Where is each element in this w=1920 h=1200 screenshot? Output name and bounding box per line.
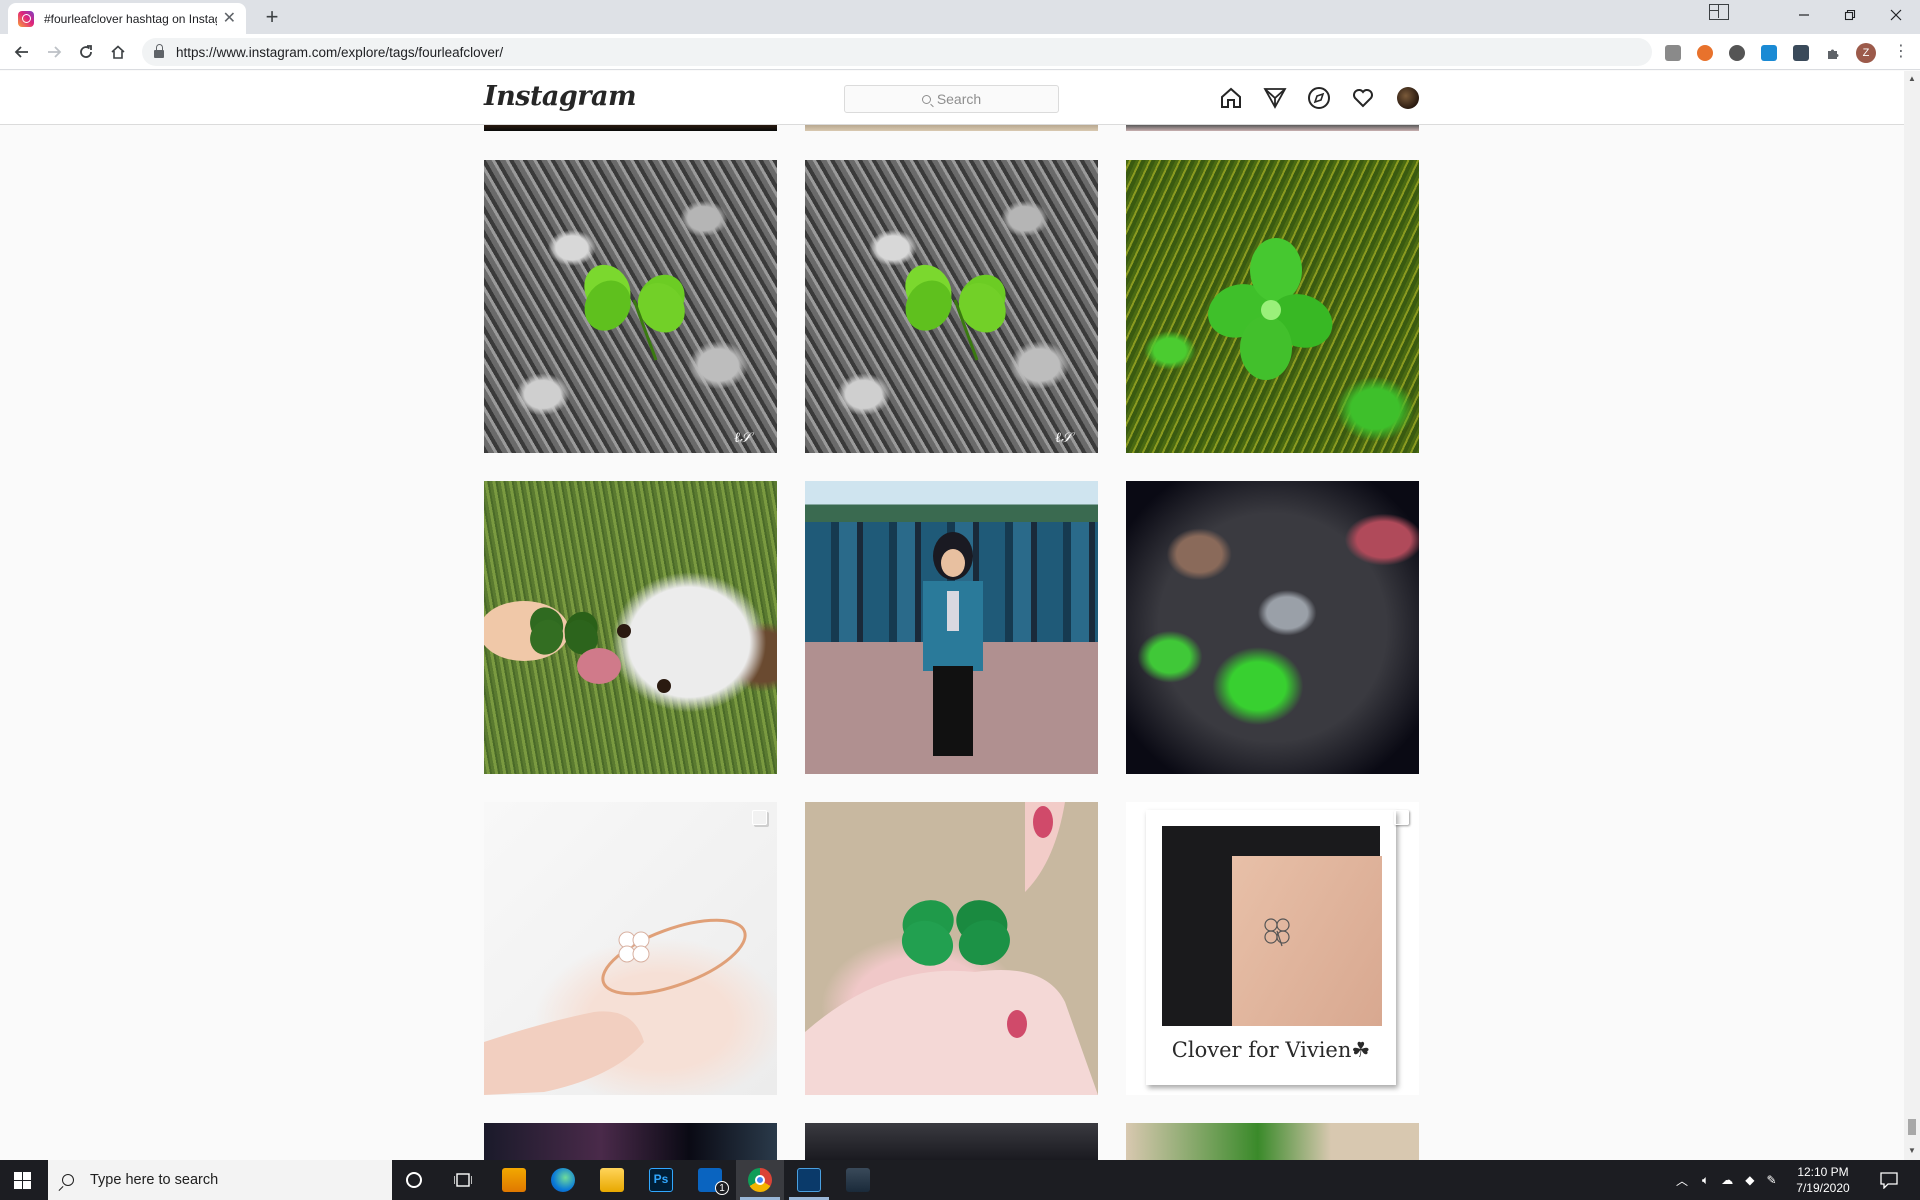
scroll-down-arrow-icon[interactable]: ▼: [1908, 1146, 1916, 1155]
system-tray: ︿ 🔈︎ ☁ ◆ ✎: [1676, 1160, 1777, 1200]
tab-search-layout-icon[interactable]: [1709, 4, 1729, 20]
post-graduates[interactable]: [805, 481, 1098, 774]
app-window-icon[interactable]: [797, 1168, 821, 1192]
extension-g-icon[interactable]: [1665, 45, 1681, 61]
edge-browser-icon[interactable]: [551, 1168, 575, 1192]
post-rocks-clover[interactable]: [1126, 481, 1419, 774]
extension-orange-icon[interactable]: [1697, 45, 1713, 61]
minimize-window-button[interactable]: [1781, 0, 1827, 30]
dropbox-icon[interactable]: ◆: [1745, 1173, 1754, 1187]
show-hidden-icons-chevron-icon[interactable]: ︿: [1676, 1172, 1688, 1189]
post-dog-clover[interactable]: [484, 481, 777, 774]
explore-icon[interactable]: [1307, 86, 1331, 110]
tattoo-caption: Clover for Vivien☘: [1171, 1038, 1371, 1062]
profile-avatar[interactable]: Z: [1856, 43, 1876, 63]
profile-avatar-icon[interactable]: [1397, 87, 1419, 109]
scroll-up-arrow-icon[interactable]: ▲: [1908, 74, 1916, 83]
instagram-favicon-icon: [18, 10, 34, 27]
forward-arrow-icon[interactable]: [40, 38, 68, 66]
store-icon[interactable]: [502, 1168, 526, 1192]
file-explorer-icon[interactable]: [600, 1168, 624, 1192]
restore-window-button[interactable]: [1827, 0, 1873, 30]
taskbar-search-box[interactable]: Type here to search: [48, 1160, 392, 1200]
carousel-multiple-icon: [1394, 810, 1409, 825]
graduates-image: [923, 532, 983, 756]
polaroid-frame: Clover for Vivien☘: [1146, 810, 1396, 1085]
tab-strip: #fourleafclover hashtag on Instagram ✕ +: [0, 0, 1920, 34]
new-tab-button[interactable]: +: [259, 4, 285, 30]
post-tattoo[interactable]: Clover for Vivien☘: [1126, 802, 1419, 1095]
lock-icon[interactable]: [154, 44, 164, 58]
clover-tattoo-icon: [1264, 918, 1290, 947]
clover-image: ℓ𝒮: [584, 264, 755, 446]
post-tile-partial-bottom[interactable]: [805, 1123, 1098, 1160]
post-clover-hand[interactable]: [805, 802, 1098, 1095]
back-arrow-icon[interactable]: [8, 38, 36, 66]
pen-ink-icon[interactable]: ✎: [1766, 1173, 1776, 1187]
reload-icon[interactable]: [72, 38, 100, 66]
scrollbar-thumb[interactable]: [1908, 1119, 1916, 1135]
search-placeholder: Search: [936, 91, 982, 107]
search-icon: [921, 94, 931, 104]
post-clover-ring[interactable]: [484, 802, 777, 1095]
close-tab-icon[interactable]: ✕: [223, 10, 236, 27]
chrome-icon[interactable]: [748, 1168, 772, 1192]
windows-start-icon[interactable]: [14, 1172, 31, 1194]
taskbar-clock[interactable]: 12:10 PM 7/19/2020: [1780, 1164, 1866, 1196]
carousel-multiple-icon: [752, 810, 767, 825]
svg-text:ℓ𝒮: ℓ𝒮: [734, 430, 755, 446]
post-bw-clover-1[interactable]: ℓ𝒮: [484, 160, 777, 453]
post-tile-partial-top[interactable]: [484, 125, 777, 131]
notifications-icon[interactable]: [1880, 1171, 1898, 1194]
clover-image: ℓ𝒮: [905, 264, 1076, 446]
clover-hand-image: [805, 802, 1098, 1095]
home-icon[interactable]: [1219, 86, 1243, 110]
windows-taskbar: Type here to search Ps 1 ︿ 🔈︎ ☁ ◆ ✎ 12:1…: [0, 1160, 1920, 1200]
search-icon: [62, 1174, 74, 1186]
extension-blue-icon[interactable]: [1761, 45, 1777, 61]
post-tile-partial-bottom[interactable]: [484, 1123, 777, 1160]
instagram-header: Instagram Search: [0, 71, 1904, 125]
clock-time: 12:10 PM: [1797, 1165, 1849, 1179]
cortana-icon[interactable]: [406, 1172, 422, 1188]
photoshop-icon[interactable]: Ps: [649, 1168, 673, 1192]
svg-text:ℓ𝒮: ℓ𝒮: [1055, 430, 1076, 446]
post-green-clover[interactable]: [1126, 160, 1419, 453]
menu-kebab-icon[interactable]: ⋮: [1893, 42, 1909, 62]
taskbar-search-placeholder: Type here to search: [90, 1172, 219, 1188]
volume-icon[interactable]: 🔈︎: [1702, 1173, 1709, 1188]
tattoo-photo: [1162, 826, 1382, 1026]
close-window-button[interactable]: [1873, 0, 1919, 30]
dog-clover-image: [484, 601, 671, 693]
browser-toolbar: https://www.instagram.com/explore/tags/f…: [0, 34, 1920, 70]
extension-circle-icon[interactable]: [1729, 45, 1745, 61]
extension-dark-icon[interactable]: [1793, 45, 1809, 61]
instagram-search-input[interactable]: Search: [844, 85, 1059, 113]
post-tile-partial-top[interactable]: [1126, 125, 1419, 131]
clover-image: [1208, 238, 1333, 380]
url-text: https://www.instagram.com/explore/tags/f…: [176, 44, 504, 60]
extensions-puzzle-icon[interactable]: [1825, 45, 1841, 61]
post-tile-partial-top[interactable]: [805, 125, 1098, 131]
post-tile-partial-bottom[interactable]: [1126, 1123, 1419, 1160]
calculator-icon[interactable]: [846, 1168, 870, 1192]
onedrive-cloud-icon[interactable]: ☁: [1721, 1173, 1733, 1187]
mail-badge: 1: [715, 1181, 729, 1195]
instagram-logo[interactable]: Instagram: [484, 81, 637, 112]
address-bar[interactable]: https://www.instagram.com/explore/tags/f…: [142, 38, 1652, 66]
task-view-icon[interactable]: [453, 1172, 473, 1193]
home-icon[interactable]: [104, 38, 132, 66]
clock-date: 7/19/2020: [1796, 1181, 1850, 1195]
tab-title: #fourleafclover hashtag on Instagram: [44, 11, 217, 26]
direct-messages-icon[interactable]: [1263, 86, 1287, 110]
page-scrollbar[interactable]: ▲ ▼: [1904, 71, 1920, 1160]
post-bw-clover-2[interactable]: ℓ𝒮: [805, 160, 1098, 453]
ring-image: [484, 918, 747, 1095]
browser-tab-active[interactable]: #fourleafclover hashtag on Instagram ✕: [8, 3, 246, 34]
activity-heart-icon[interactable]: [1351, 86, 1375, 110]
